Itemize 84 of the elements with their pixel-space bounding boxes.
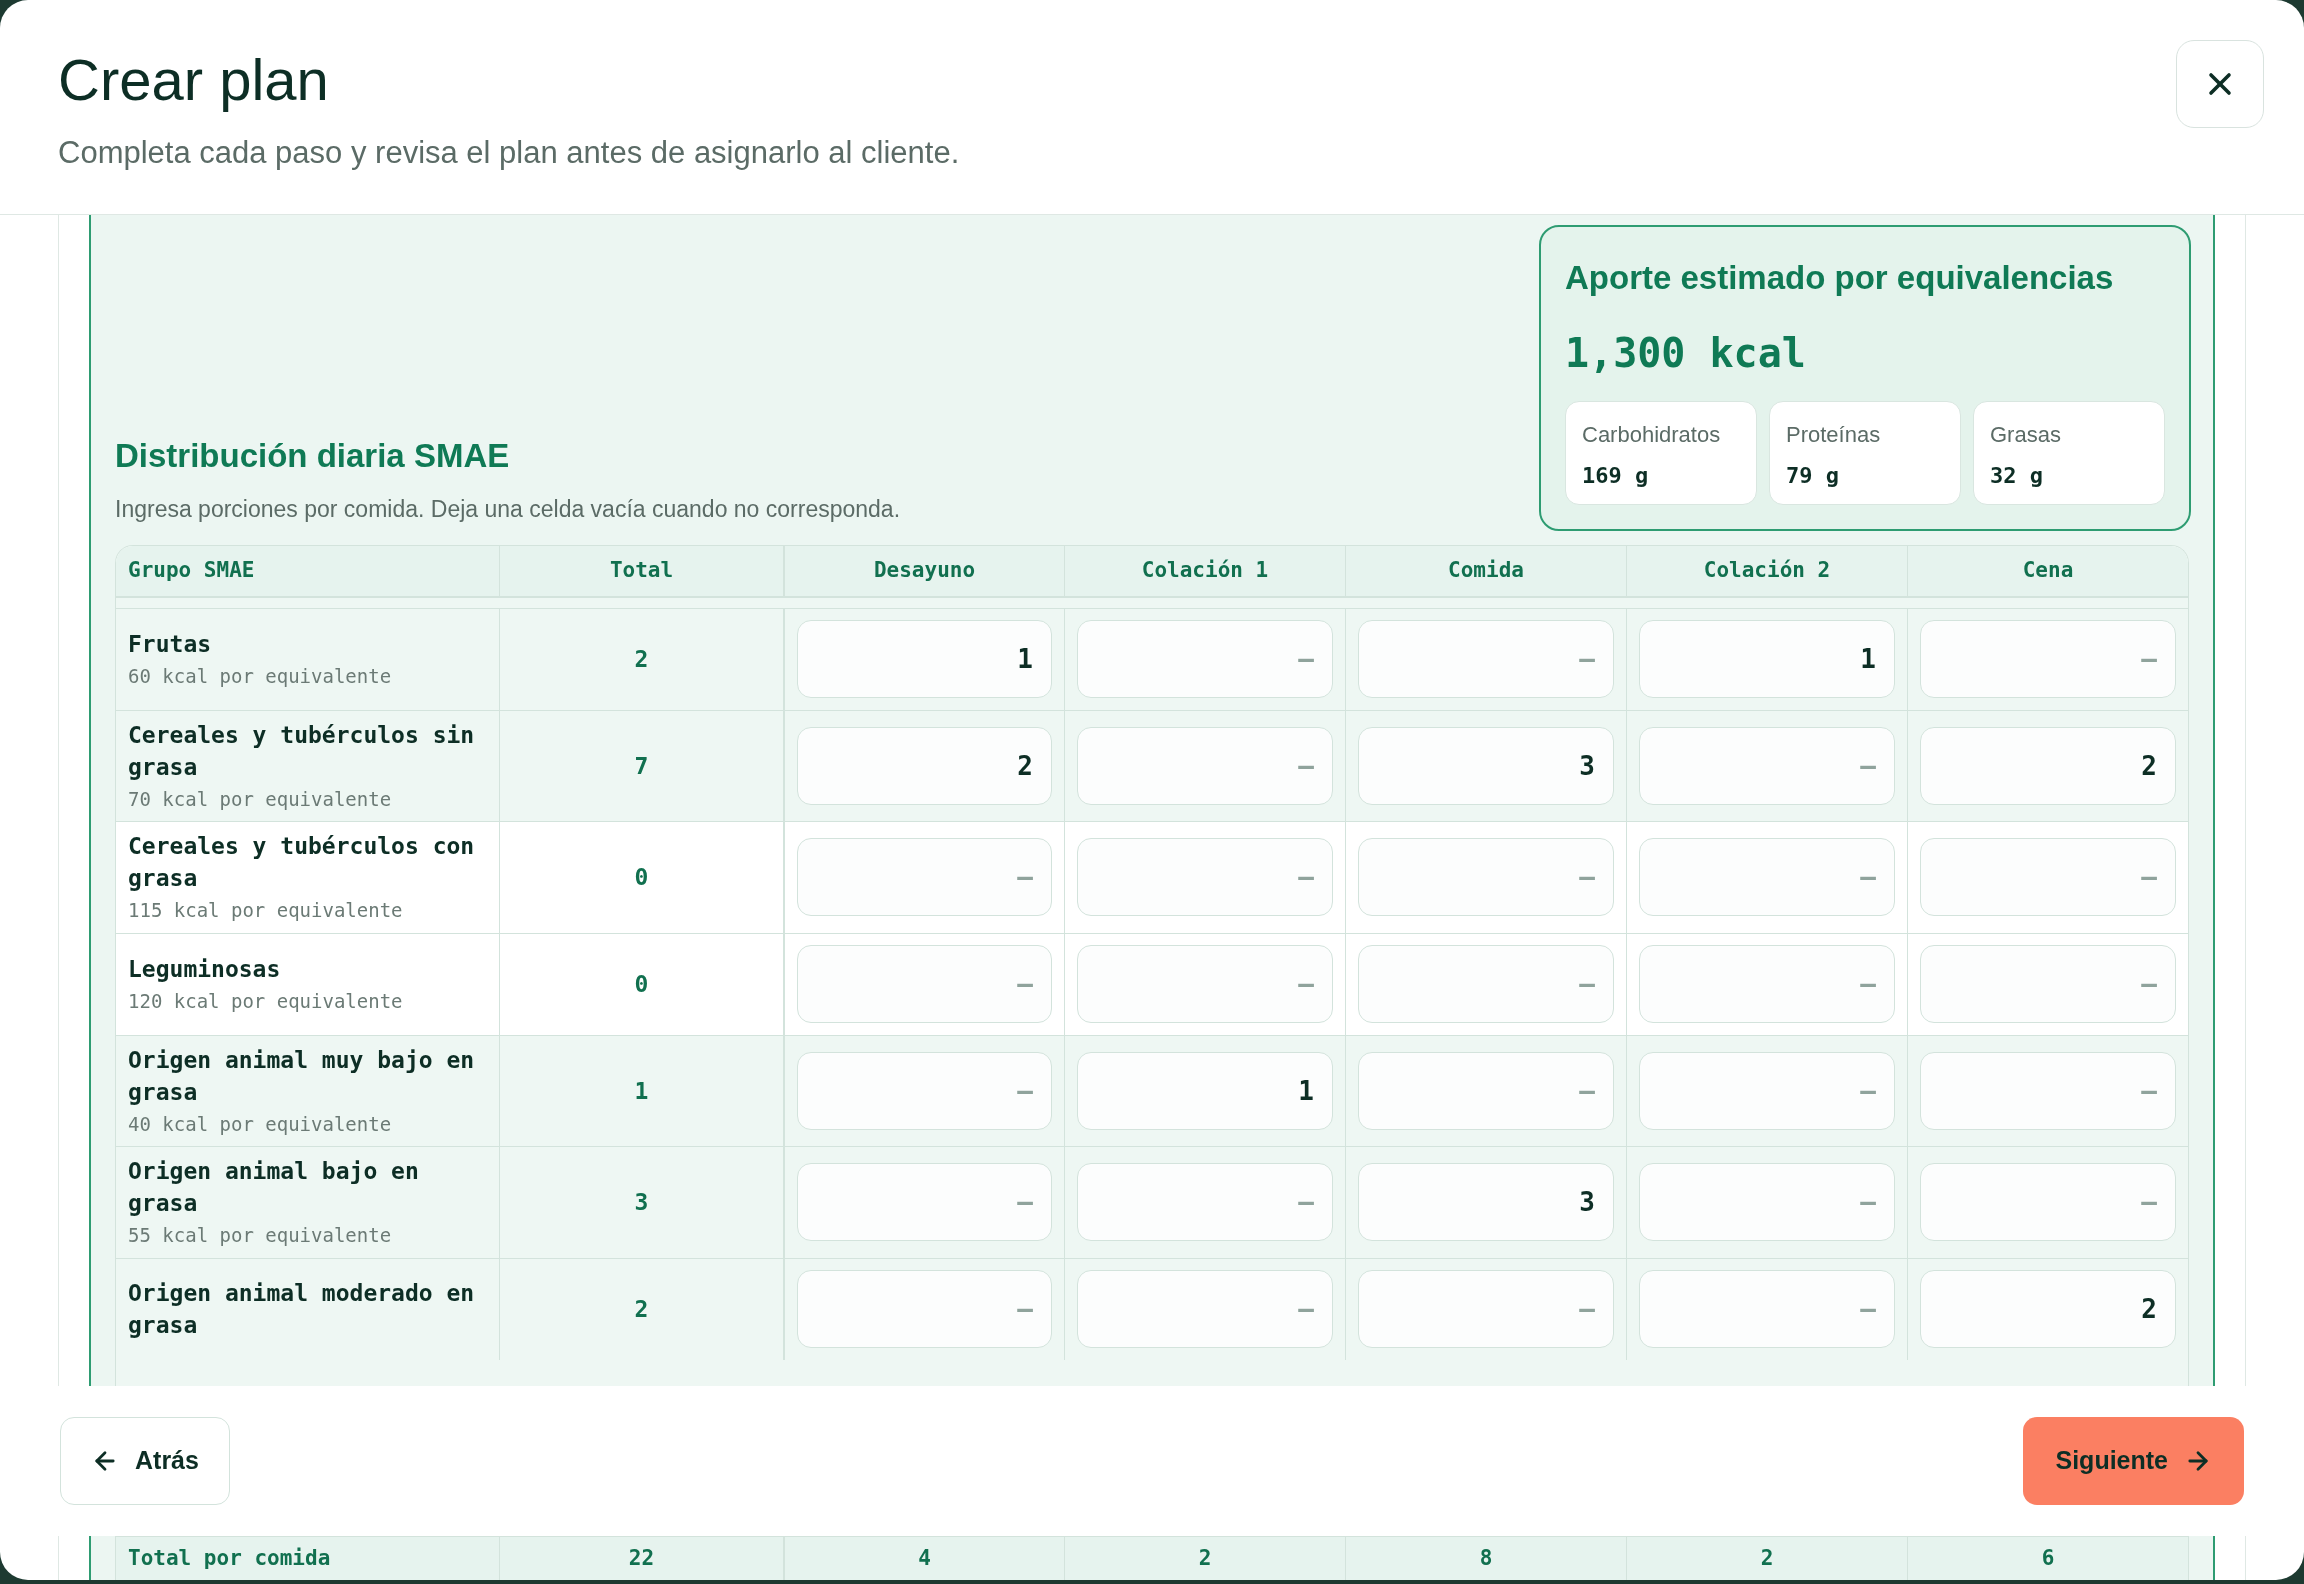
group-name: Frutas — [128, 629, 213, 659]
portion-field[interactable]: – — [797, 1163, 1052, 1242]
portion-field[interactable]: – — [1358, 945, 1614, 1023]
group-name: Origen animal bajo en grasa — [128, 1157, 420, 1218]
summary-total: 1,300 kcal — [1565, 328, 1807, 378]
group-kcal: 40 kcal por equivalente — [128, 1111, 393, 1137]
portion-field[interactable]: 2 — [797, 726, 1052, 805]
portion-field[interactable]: – — [1077, 1270, 1333, 1348]
column-header: Desayuno — [873, 556, 976, 584]
summary-title: Aporte estimado por equivalencias — [1565, 258, 2115, 298]
portion-field[interactable]: – — [1077, 726, 1333, 805]
portion-field[interactable]: 1 — [1639, 620, 1895, 698]
group-name: Origen animal muy bajo en grasa — [128, 1045, 476, 1107]
portion-field[interactable]: – — [1358, 620, 1614, 698]
next-button[interactable]: Siguiente — [2023, 1417, 2244, 1505]
meal-total: 8 — [1479, 1544, 1493, 1572]
totals-label: Total por comida — [128, 1544, 331, 1572]
portion-field[interactable]: – — [797, 838, 1052, 917]
portion-field[interactable]: 3 — [1358, 1163, 1614, 1242]
column-header: Colación 2 — [1703, 556, 1831, 584]
column-header: Cena — [2022, 556, 2074, 584]
meal-total: 2 — [1198, 1544, 1212, 1572]
group-name: Cereales y tubérculos sin grasa — [128, 720, 476, 782]
portion-field[interactable]: – — [797, 1270, 1052, 1348]
meal-total: 22 — [628, 1544, 655, 1572]
group-name: Cereales y tubérculos con grasa — [128, 832, 476, 893]
group-name: Origen animal moderado en grasa — [128, 1279, 476, 1340]
dialog-title: Crear plan — [58, 48, 330, 112]
portion-field[interactable]: 1 — [797, 620, 1052, 698]
portion-field[interactable]: – — [1920, 1163, 2176, 1242]
row-total: 2 — [634, 644, 649, 674]
portion-field[interactable]: – — [1077, 945, 1333, 1023]
portion-field[interactable]: 3 — [1358, 726, 1614, 805]
row-total: 1 — [634, 1076, 649, 1106]
macro-label: Proteínas — [1786, 420, 1882, 449]
group-kcal: 60 kcal por equivalente — [128, 663, 393, 689]
portion-field[interactable]: 2 — [1920, 726, 2176, 805]
back-button[interactable]: Atrás — [60, 1417, 230, 1505]
portion-field[interactable]: – — [1920, 945, 2176, 1023]
column-header: Colación 1 — [1141, 556, 1269, 584]
macro-value: 32 g — [1990, 461, 2044, 490]
portion-field[interactable]: 1 — [1077, 1051, 1333, 1130]
portion-field[interactable]: – — [797, 1051, 1052, 1130]
portion-field[interactable]: 2 — [1920, 1270, 2176, 1348]
group-kcal: 115 kcal por equivalente — [128, 898, 404, 923]
portion-field[interactable]: – — [1358, 1051, 1614, 1130]
portion-field[interactable]: – — [1639, 838, 1895, 917]
column-header: Total — [609, 556, 674, 584]
portion-field[interactable]: – — [797, 945, 1052, 1023]
dialog-subtitle: Completa cada paso y revisa el plan antes de asignarlo al cliente. — [58, 134, 960, 172]
portion-field[interactable]: – — [1639, 1051, 1895, 1130]
column-header: Grupo SMAE — [128, 556, 255, 584]
portion-field[interactable]: – — [1920, 838, 2176, 917]
group-kcal: 70 kcal por equivalente — [128, 786, 393, 812]
macro-label: Carbohidratos — [1582, 420, 1722, 449]
macro-value: 79 g — [1786, 461, 1840, 490]
portion-field[interactable]: – — [1920, 620, 2176, 698]
row-total: 2 — [634, 1294, 649, 1324]
row-total: 3 — [634, 1188, 649, 1217]
macro-value: 169 g — [1582, 461, 1650, 490]
section-description: Ingresa porciones por comida. Deja una celda vacía cuando no corresponda. — [115, 495, 901, 524]
meal-total: 4 — [918, 1544, 931, 1572]
section-title: Distribución diaria SMAE — [115, 435, 511, 476]
portion-field[interactable]: – — [1077, 1163, 1333, 1242]
group-kcal: 55 kcal por equivalente — [128, 1223, 393, 1248]
row-total: 0 — [634, 969, 649, 999]
portion-field[interactable]: – — [1077, 838, 1333, 917]
portion-field[interactable]: – — [1639, 726, 1895, 805]
row-total: 7 — [634, 751, 649, 781]
portion-field[interactable]: – — [1639, 1270, 1895, 1348]
portion-field[interactable]: – — [1358, 1270, 1614, 1348]
row-total: 0 — [634, 863, 649, 892]
meal-total: 6 — [2041, 1544, 2055, 1572]
meal-total: 2 — [1760, 1544, 1774, 1572]
portion-field[interactable]: – — [1920, 1051, 2176, 1130]
group-kcal: 120 kcal por equivalente — [128, 988, 404, 1014]
close-button[interactable] — [2176, 40, 2264, 128]
macro-label: Grasas — [1990, 420, 2062, 449]
portion-field[interactable]: – — [1639, 1163, 1895, 1242]
column-header: Comida — [1448, 556, 1524, 584]
portion-field[interactable]: – — [1358, 838, 1614, 917]
group-name: Leguminosas — [128, 954, 282, 984]
portion-field[interactable]: – — [1077, 620, 1333, 698]
portion-field[interactable]: – — [1639, 945, 1895, 1023]
